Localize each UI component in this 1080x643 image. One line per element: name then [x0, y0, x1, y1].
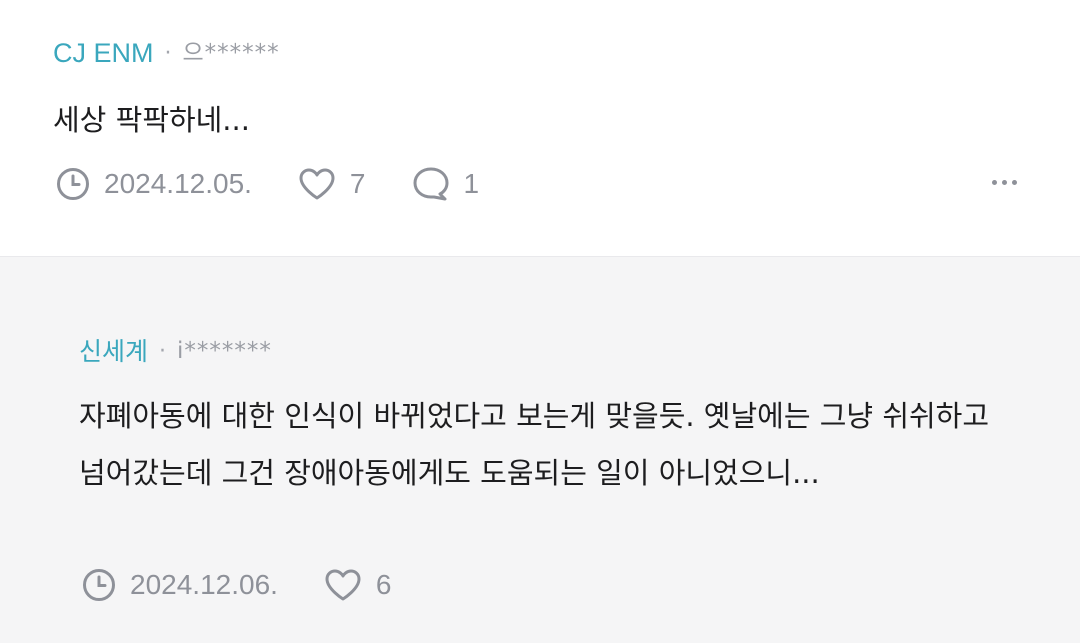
- reply-meta: 신세계 · i*******: [79, 339, 272, 364]
- speech-bubble-icon: [413, 167, 448, 201]
- clock-icon: [83, 569, 115, 601]
- comment-list: CJ ENM · 으****** 세상 팍팍하네... 2024.12.05. …: [0, 0, 1080, 643]
- dot: [992, 180, 997, 185]
- meta-separator: ·: [159, 338, 167, 364]
- comment-text: 세상 팍팍하네...: [53, 103, 250, 137]
- heart-icon: [299, 168, 335, 200]
- company-name[interactable]: 신세계: [79, 339, 148, 364]
- reply-date: 2024.12.06.: [82, 568, 278, 602]
- comment-meta: CJ ENM · 으******: [53, 40, 280, 67]
- dot: [1012, 180, 1017, 185]
- like-button[interactable]: 7: [298, 167, 366, 201]
- user-name: 으******: [182, 40, 280, 66]
- comment-item: CJ ENM · 으****** 세상 팍팍하네... 2024.12.05. …: [0, 0, 1080, 256]
- reply-button[interactable]: 1: [412, 166, 480, 202]
- comment-date: 2024.12.05.: [56, 167, 252, 201]
- clock-icon: [57, 168, 89, 200]
- heart-icon: [325, 569, 361, 601]
- reply-text: 자폐아동에 대한 인식이 바뀌었다고 보는게 맞을듯. 옛날에는 그냥 쉬쉬하고…: [79, 399, 990, 490]
- user-name: i*******: [177, 338, 272, 364]
- more-dots-icon[interactable]: [992, 180, 1017, 185]
- like-count: 7: [349, 168, 366, 199]
- comment-stats: 2024.12.05. 7 1: [56, 166, 479, 202]
- reply-item: 신세계 · i******* 자폐아동에 대한 인식이 바뀌었다고 보는게 맞을…: [0, 256, 1080, 643]
- reply-count: 1: [463, 168, 480, 199]
- company-name[interactable]: CJ ENM: [53, 40, 154, 67]
- like-button[interactable]: 6: [324, 568, 392, 602]
- date-text: 2024.12.05.: [104, 168, 252, 199]
- reply-stats: 2024.12.06. 6: [82, 568, 392, 602]
- dot: [1002, 180, 1007, 185]
- date-text: 2024.12.06.: [130, 569, 278, 600]
- like-count: 6: [375, 569, 392, 600]
- meta-separator: ·: [164, 40, 172, 66]
